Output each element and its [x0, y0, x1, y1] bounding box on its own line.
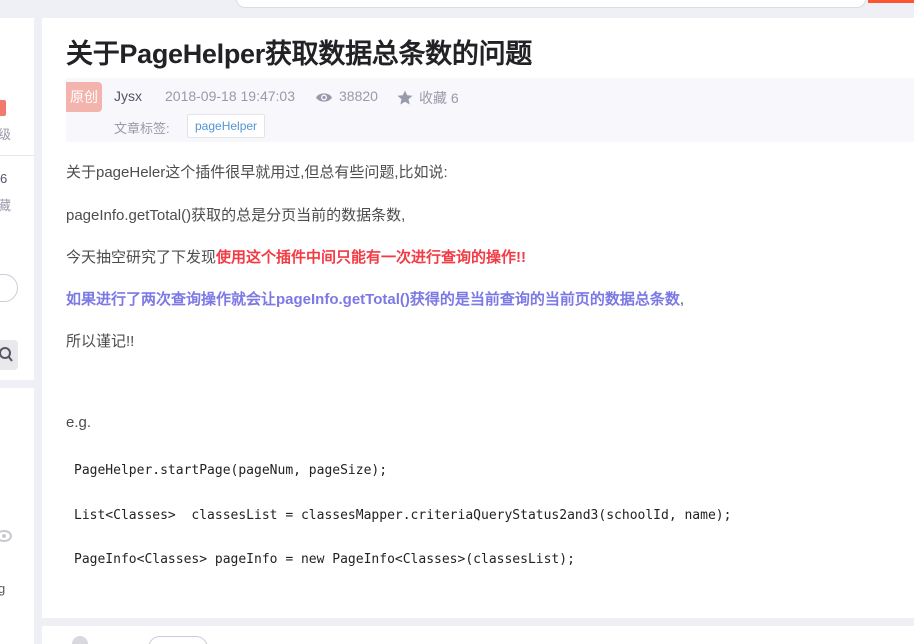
sidebar-profile-card: 级 6 藏: [0, 18, 34, 380]
sidebar-item-text: g: [0, 581, 6, 596]
top-strip: [0, 0, 914, 12]
code-line-2: List<Classes> classesList = classesMappe…: [74, 508, 732, 523]
paragraph-1: 关于pageHeler这个插件很早就用过,但总有些问题,比如说:: [66, 164, 448, 181]
search-icon: [0, 347, 13, 362]
paragraph-3-text: 今天抽空研究了下发现: [66, 249, 217, 266]
page: 级 6 藏 g 关于PageHelper获取数据总条数的问题 原创 Jysx 2…: [0, 0, 914, 644]
brand-accent-bar: [868, 0, 914, 3]
paragraph-4-suffix: ,: [679, 291, 685, 308]
view-count-value: 38820: [339, 88, 378, 104]
sidebar-divider: [0, 155, 34, 156]
follow-button[interactable]: [148, 636, 208, 644]
sidebar-count-text: 6: [0, 171, 8, 186]
bottom-toolbar: [42, 626, 914, 644]
paragraph-2: pageInfo.getTotal()获取的总是分页当前的数据条数,: [66, 207, 406, 224]
paragraph-5: 所以谨记!!: [66, 333, 135, 350]
original-badge: 原创: [66, 82, 102, 112]
paragraph-6: e.g.: [66, 414, 92, 431]
article-info-box: 原创 Jysx 2018-09-18 19:47:03 38820 收藏 6 文…: [66, 78, 914, 142]
star-icon: [397, 90, 413, 105]
favorite-count: 收藏 6: [419, 90, 459, 106]
avatar[interactable]: [72, 636, 88, 644]
sidebar-list-card: g: [0, 388, 34, 644]
sidebar-follow-button[interactable]: [0, 274, 18, 302]
view-count: 38820: [315, 88, 378, 104]
code-line-1: PageHelper.startPage(pageNum, pageSize);: [74, 463, 388, 478]
sidebar-level-icon: [0, 100, 6, 116]
article-title: 关于PageHelper获取数据总条数的问题: [66, 39, 532, 69]
code-line-3: PageInfo<Classes> pageInfo = new PageInf…: [74, 552, 575, 567]
favorite-button[interactable]: 收藏 6: [397, 88, 459, 108]
tags-label: 文章标签:: [114, 121, 170, 136]
sidebar-level-text: 级: [0, 127, 12, 142]
paragraph-3: 今天抽空研究了下发现使用这个插件中间只能有一次进行查询的操作!!: [66, 246, 526, 267]
paragraph-4: 如果进行了两次查询操作就会让pageInfo.getTotal()获得的是当前查…: [66, 288, 684, 309]
eye-icon: [0, 530, 12, 542]
eye-icon: [316, 93, 332, 102]
highlight-purple: 如果进行了两次查询操作就会让pageInfo.getTotal()获得的是当前查…: [66, 291, 680, 308]
sidebar-search-button[interactable]: [0, 340, 18, 370]
left-sidebar: 级 6 藏 g: [0, 18, 34, 644]
highlight-red: 使用这个插件中间只能有一次进行查询的操作!!: [216, 249, 527, 266]
author-link[interactable]: Jysx: [114, 88, 142, 104]
publish-time: 2018-09-18 19:47:03: [165, 88, 295, 104]
article: 关于PageHelper获取数据总条数的问题 原创 Jysx 2018-09-1…: [42, 18, 914, 618]
sidebar-fav-text: 藏: [0, 198, 12, 213]
tag-pagehelper[interactable]: pageHelper: [187, 114, 266, 138]
top-search-box[interactable]: [236, 0, 866, 8]
